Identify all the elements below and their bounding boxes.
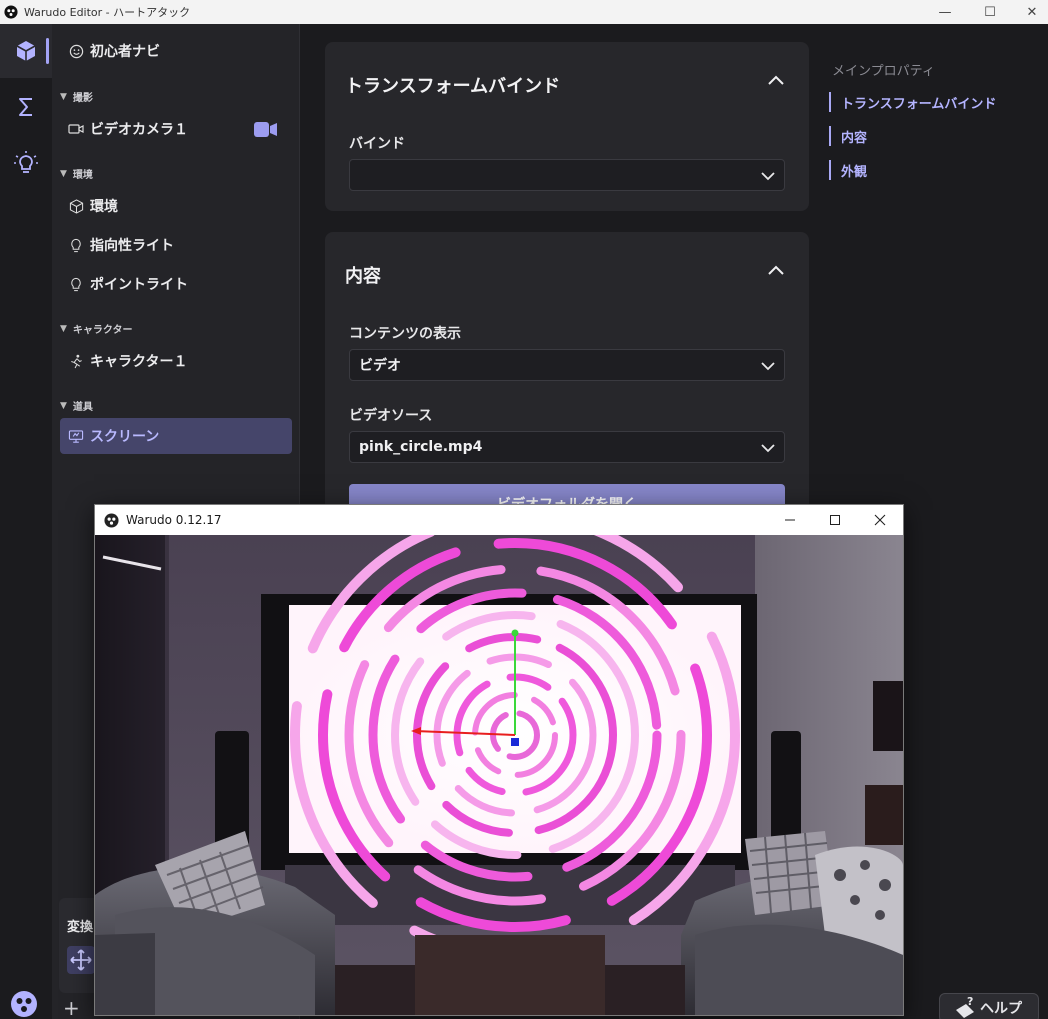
cube-outline-icon [68, 198, 84, 214]
tree-item-character[interactable]: キャラクター１ [60, 343, 292, 379]
help-book-icon: ? [956, 996, 974, 1018]
chevron-up-icon[interactable] [767, 264, 785, 276]
help-button[interactable]: ? ヘルプ [939, 993, 1039, 1019]
video-source-value: pink_circle.mp4 [359, 439, 483, 455]
video-camera-outline-icon [68, 121, 84, 137]
tree-item-label: 環境 [90, 199, 118, 215]
blueprint-sigma-icon [19, 98, 32, 116]
maximize-icon [830, 515, 840, 525]
close-icon [874, 514, 886, 526]
tree-item-label: スクリーン [90, 429, 160, 445]
bind-label: バインド [349, 136, 405, 152]
warudo-logo-icon [4, 5, 18, 19]
tree-item-screen[interactable]: スクリーン [60, 418, 292, 454]
transform-bind-card: トランスフォームバインド バインド [325, 42, 809, 211]
tree-item-label: 指向性ライト [90, 238, 174, 254]
chevron-down-icon [761, 172, 775, 181]
lightbulb-outline-icon [68, 237, 84, 253]
tree-item-label: 初心者ナビ [90, 44, 160, 60]
smiley-icon [68, 43, 84, 59]
content-display-select[interactable]: ビデオ [349, 349, 785, 381]
card-title: 内容 [345, 266, 381, 287]
tree-section-label: 道具 [72, 402, 93, 413]
chevron-up-icon[interactable] [767, 74, 785, 86]
move-tool-button[interactable] [67, 946, 95, 974]
chevron-down-icon: ▼ [60, 91, 67, 102]
lightbulb-outline-icon [68, 276, 84, 292]
content-display-label: コンテンツの表示 [349, 326, 461, 342]
tree-item-label: ポイントライト [90, 277, 188, 293]
window-titlebar: Warudo Editor - ハートアタック — ☐ ✕ [0, 0, 1048, 24]
tree-section-label: 撮影 [72, 93, 93, 104]
preview-minimize-button[interactable] [767, 505, 813, 535]
active-camera-icon[interactable] [254, 122, 278, 137]
minimize-icon [785, 519, 795, 521]
preview-window: Warudo 0.12.17 [94, 504, 904, 1016]
chevron-down-icon [761, 362, 775, 371]
tree-item-directional-light[interactable]: 指向性ライト [60, 227, 292, 263]
card-title: トランスフォームバインド [345, 76, 561, 97]
chevron-down-icon: ▼ [60, 168, 67, 179]
help-label: ヘルプ [980, 1001, 1022, 1017]
preview-title: Warudo 0.12.17 [126, 513, 222, 527]
chevron-down-icon: ▼ [60, 323, 67, 334]
nav-link-appearance[interactable]: 外観 [829, 160, 867, 180]
video-source-label: ビデオソース [349, 408, 433, 424]
nav-heading: メインプロパティ [832, 64, 935, 79]
add-icon[interactable]: + [63, 996, 80, 1019]
nav-link-transform-bind[interactable]: トランスフォームバインド [829, 92, 996, 112]
tree-item-label: キャラクター１ [90, 354, 188, 370]
warudo-logo-icon[interactable] [10, 990, 38, 1018]
tree-section-camera[interactable]: ▼ 撮影 [60, 89, 93, 105]
preview-close-button[interactable] [857, 505, 903, 535]
minimize-button[interactable]: — [925, 0, 965, 24]
bind-select[interactable] [349, 159, 785, 191]
nav-link-content[interactable]: 内容 [829, 126, 867, 146]
transform-label: 変換 [67, 920, 94, 935]
running-figure-icon [68, 353, 84, 369]
tree-section-character[interactable]: ▼ キャラクター [60, 321, 133, 337]
tree-item-environment[interactable]: 環境 [60, 188, 292, 224]
transform-gizmo-panel: 変換 [59, 898, 99, 993]
content-card: 内容 コンテンツの表示 ビデオ ビデオソース pink_circle.mp4 ビ… [325, 232, 809, 532]
content-display-value: ビデオ [359, 358, 401, 374]
tree-item-video-camera[interactable]: ビデオカメラ１ [60, 111, 292, 147]
window-title: Warudo Editor - ハートアタック [24, 6, 191, 19]
warudo-logo-icon [104, 512, 119, 528]
tree-section-environment[interactable]: ▼ 環境 [60, 166, 93, 182]
rail-scene-button[interactable] [0, 24, 52, 78]
move-arrows-icon [70, 949, 92, 971]
chevron-down-icon [761, 444, 775, 453]
lightbulb-icon [14, 151, 38, 173]
tree-section-props[interactable]: ▼ 道具 [60, 398, 93, 414]
maximize-button[interactable]: ☐ [970, 0, 1010, 24]
video-source-select[interactable]: pink_circle.mp4 [349, 431, 785, 463]
close-button[interactable]: ✕ [1012, 0, 1048, 24]
preview-maximize-button[interactable] [812, 505, 858, 535]
chevron-down-icon: ▼ [60, 400, 67, 411]
tree-section-label: 環境 [72, 170, 93, 181]
3d-viewport[interactable] [95, 535, 903, 1015]
rail-blueprint-button[interactable] [0, 80, 52, 134]
tree-item-point-light[interactable]: ポイントライト [60, 266, 292, 302]
screen-presentation-icon [68, 428, 84, 444]
tree-section-label: キャラクター [72, 325, 133, 336]
tree-item-label: ビデオカメラ１ [90, 122, 188, 138]
preview-titlebar[interactable]: Warudo 0.12.17 [95, 505, 903, 535]
tree-item-beginner-navi[interactable]: 初心者ナビ [60, 33, 292, 69]
scene-icon [16, 41, 36, 61]
svg-text:?: ? [967, 996, 973, 1008]
icon-rail [0, 24, 52, 1019]
rail-assets-button[interactable] [0, 136, 52, 190]
